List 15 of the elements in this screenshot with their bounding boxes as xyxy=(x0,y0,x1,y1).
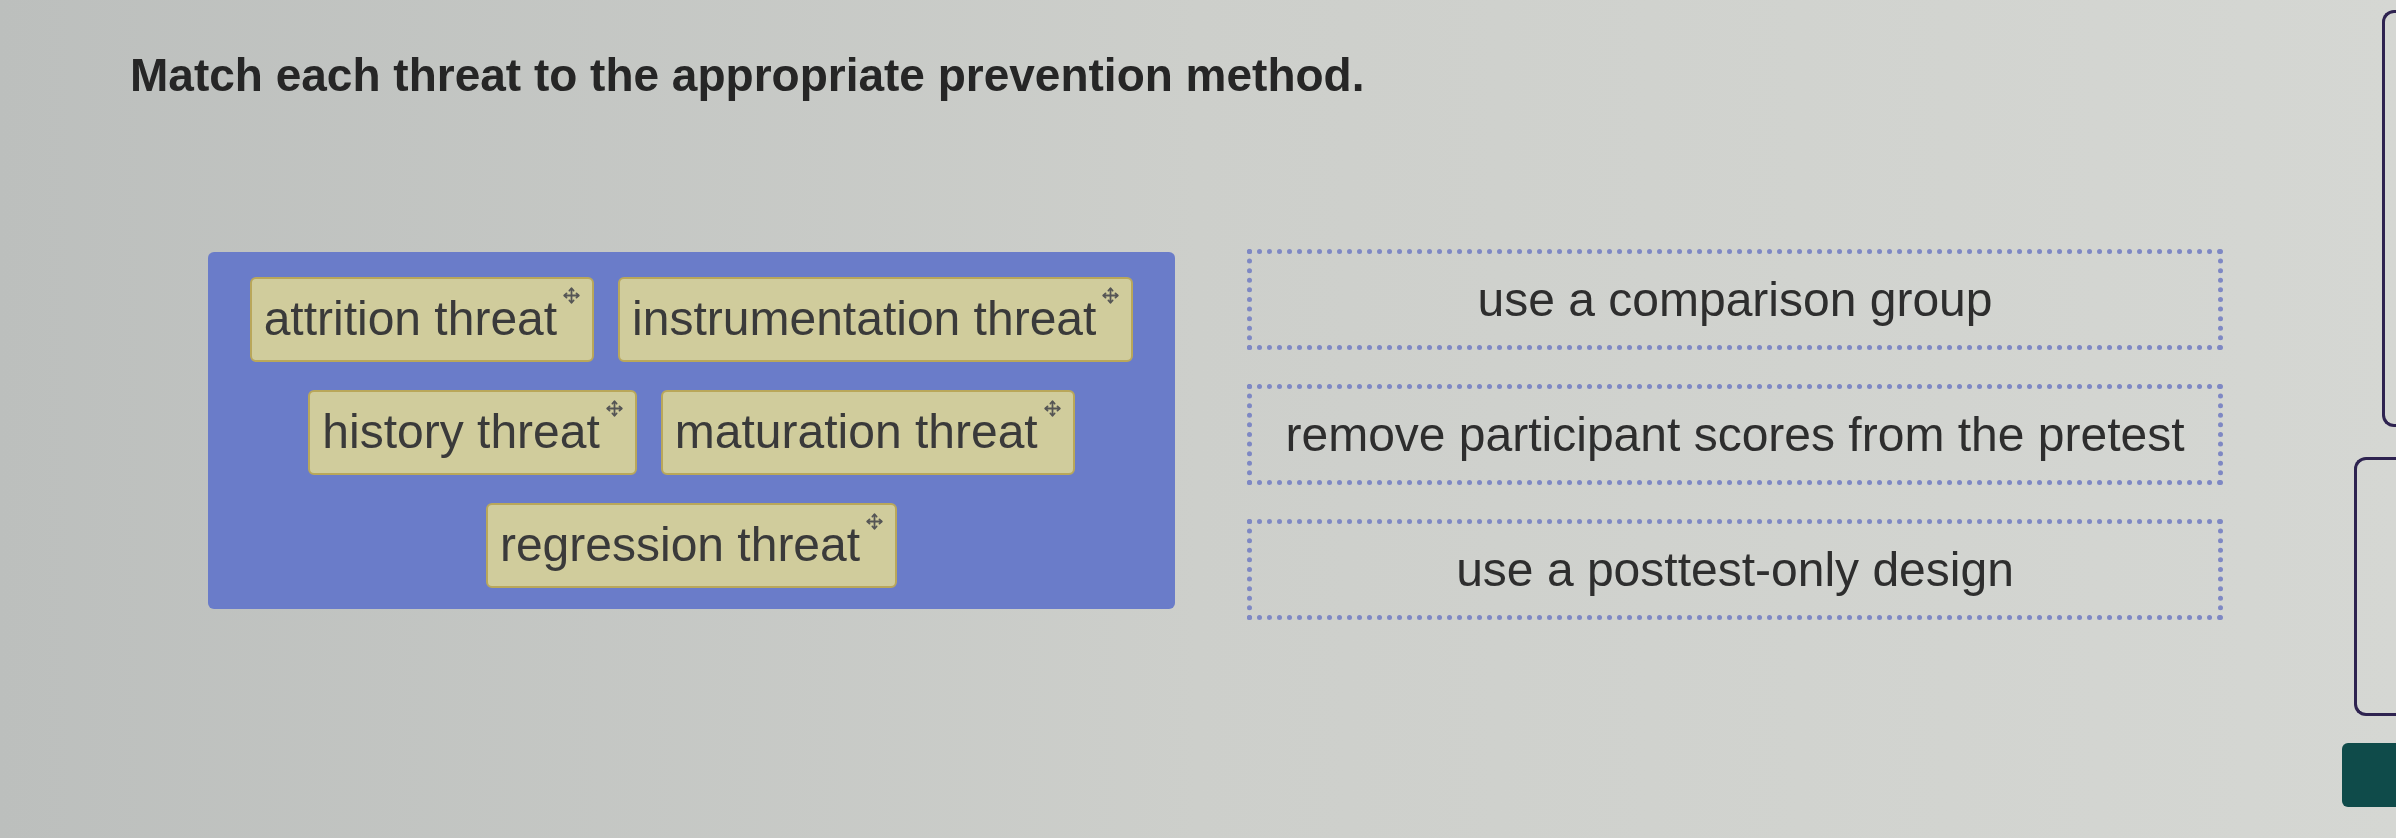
drop-zone[interactable]: remove participant scores from the pretest xyxy=(1247,384,2223,485)
move-icon xyxy=(605,400,623,417)
move-icon xyxy=(1102,287,1120,304)
threat-chip[interactable]: maturation threat xyxy=(660,390,1075,475)
threat-chip[interactable]: regression threat xyxy=(485,503,898,588)
threat-chip[interactable]: instrumentation threat xyxy=(618,277,1134,362)
drop-zone[interactable]: use a posttest-only design xyxy=(1247,519,2223,620)
move-icon xyxy=(563,287,581,304)
move-icon xyxy=(1043,400,1061,417)
drop-zone[interactable]: use a comparison group xyxy=(1247,249,2223,350)
move-icon xyxy=(866,513,884,530)
threat-chip[interactable]: history threat xyxy=(308,390,637,475)
partial-button[interactable] xyxy=(2342,743,2396,807)
question-prompt: Match each threat to the appropriate prevention method. xyxy=(130,48,1365,103)
threat-chip[interactable]: attrition threat xyxy=(249,277,595,362)
